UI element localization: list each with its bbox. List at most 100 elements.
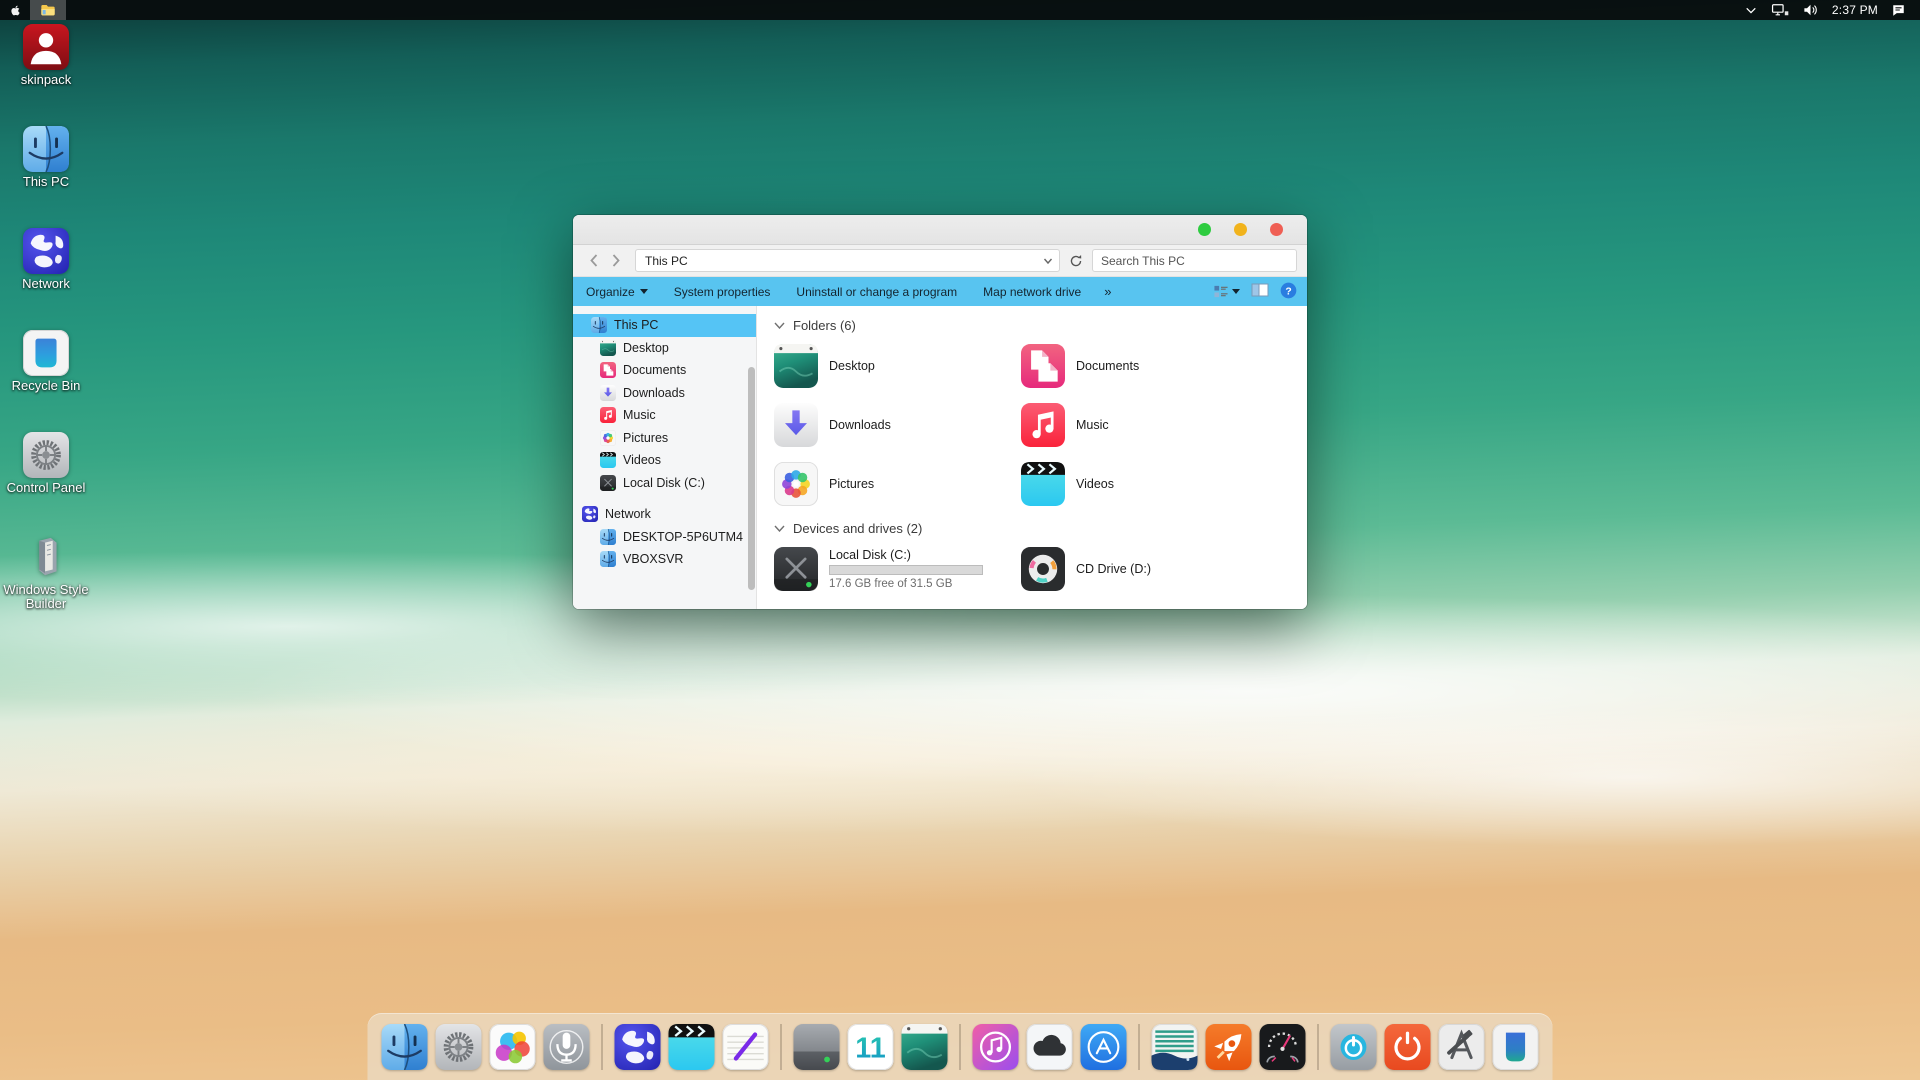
sidebar-item-documents[interactable]: Documents bbox=[573, 359, 756, 382]
sidebar-item-downloads[interactable]: Downloads bbox=[573, 382, 756, 405]
search-input[interactable] bbox=[1092, 249, 1297, 272]
desktop-icon-recycle-bin[interactable]: Recycle Bin bbox=[0, 330, 92, 432]
launchpad-icon bbox=[1206, 1057, 1252, 1074]
change-view-button[interactable] bbox=[1213, 284, 1240, 299]
maximize-button[interactable] bbox=[1234, 223, 1247, 236]
file-item-label: CD Drive (D:) bbox=[1076, 562, 1151, 576]
sidebar-item-desktop-5p6utm4[interactable]: DESKTOP-5P6UTM4 bbox=[573, 526, 756, 549]
dock-item-trash[interactable] bbox=[1493, 1024, 1539, 1070]
sidebar-item-label: This PC bbox=[614, 318, 658, 332]
dock-item-hard-drive[interactable] bbox=[794, 1024, 840, 1070]
dock-item-notes[interactable] bbox=[723, 1024, 769, 1070]
forward-button[interactable] bbox=[605, 250, 627, 272]
desktop-icon-label: Control Panel bbox=[7, 481, 86, 495]
dock-item-icloud[interactable] bbox=[1027, 1024, 1073, 1070]
network-tray-icon[interactable] bbox=[1771, 3, 1789, 17]
file-item-desktop[interactable]: Desktop bbox=[774, 343, 1021, 389]
dock-item-shutdown[interactable] bbox=[1385, 1024, 1431, 1070]
file-item-videos[interactable]: Videos bbox=[1021, 461, 1268, 507]
close-button[interactable] bbox=[1270, 223, 1283, 236]
desktop-icon-this-pc[interactable]: This PC bbox=[0, 126, 92, 228]
app-store-icon bbox=[1081, 1057, 1127, 1074]
toolbar-overflow-chevron[interactable]: » bbox=[1094, 277, 1121, 306]
svg-text:11: 11 bbox=[855, 1032, 885, 1064]
dock-item-app-store[interactable] bbox=[1081, 1024, 1127, 1070]
dock-item-eleven[interactable]: 11 bbox=[848, 1024, 894, 1070]
dock-item-siri[interactable] bbox=[544, 1024, 590, 1070]
refresh-button[interactable] bbox=[1066, 251, 1086, 271]
sidebar-item-network[interactable]: Network bbox=[573, 503, 756, 526]
preview-pane-button[interactable] bbox=[1251, 283, 1269, 300]
titlebar[interactable] bbox=[573, 215, 1307, 245]
back-button[interactable] bbox=[583, 250, 605, 272]
cd-drive-icon bbox=[1021, 547, 1065, 591]
organize-menu-button[interactable]: Organize bbox=[573, 277, 661, 306]
svg-text:?: ? bbox=[1285, 286, 1291, 297]
action-center-icon[interactable] bbox=[1891, 3, 1906, 17]
sidebar-scrollbar[interactable] bbox=[748, 367, 755, 590]
active-app-file-explorer[interactable] bbox=[30, 0, 66, 20]
hidden-icons-chevron-icon[interactable] bbox=[1744, 4, 1758, 16]
dock-item-desktop[interactable] bbox=[902, 1024, 948, 1070]
address-dropdown-chevron-icon[interactable] bbox=[1043, 254, 1053, 268]
sidebar-item-music[interactable]: Music bbox=[573, 404, 756, 427]
sidebar-item-pictures[interactable]: Pictures bbox=[573, 427, 756, 450]
finder-icon bbox=[382, 1057, 428, 1074]
dock-item-dev-tools[interactable] bbox=[1439, 1024, 1485, 1070]
collapse-chevron-icon[interactable] bbox=[774, 322, 785, 329]
dock-item-finder[interactable] bbox=[382, 1024, 428, 1070]
dock-item-sleep[interactable] bbox=[1331, 1024, 1377, 1070]
sidebar-item-label: Videos bbox=[623, 453, 661, 467]
dock-item-game-center[interactable] bbox=[490, 1024, 536, 1070]
itunes-icon bbox=[973, 1057, 1019, 1074]
videos-icon bbox=[1021, 462, 1065, 506]
dock: 11 bbox=[368, 1013, 1553, 1080]
desktop-icon-windows-style-builder[interactable]: Windows Style Builder bbox=[0, 534, 92, 636]
views-icon bbox=[1213, 284, 1229, 299]
dashboard-icon bbox=[1260, 1057, 1306, 1074]
volume-icon[interactable] bbox=[1802, 3, 1819, 17]
desktop-icon bbox=[902, 1057, 948, 1074]
desktop-icon-label: Windows Style Builder bbox=[3, 583, 89, 612]
toolbar-button-system-properties[interactable]: System properties bbox=[661, 277, 784, 306]
file-item-label: Desktop bbox=[829, 359, 875, 373]
toolbar-button-uninstall-or-change-a-program[interactable]: Uninstall or change a program bbox=[783, 277, 970, 306]
sidebar-item-desktop[interactable]: Desktop bbox=[573, 337, 756, 360]
desktop-icon-network[interactable]: Network bbox=[0, 228, 92, 330]
dock-item-settings[interactable] bbox=[436, 1024, 482, 1070]
dock-item-blinds[interactable] bbox=[1152, 1024, 1198, 1070]
sidebar-item-label: Pictures bbox=[623, 431, 668, 445]
sidebar-item-videos[interactable]: Videos bbox=[573, 449, 756, 472]
shutdown-icon bbox=[1385, 1057, 1431, 1074]
file-item-local-disk-c[interactable]: Local Disk (C:) 17.6 GB free of 31.5 GB bbox=[774, 546, 1021, 592]
downloads-icon bbox=[600, 385, 616, 401]
address-bar[interactable]: This PC bbox=[635, 249, 1060, 272]
dock-item-videos[interactable] bbox=[669, 1024, 715, 1070]
desktop-icon-control-panel[interactable]: Control Panel bbox=[0, 432, 92, 534]
file-item-documents[interactable]: Documents bbox=[1021, 343, 1268, 389]
file-item-pictures[interactable]: Pictures bbox=[774, 461, 1021, 507]
sidebar-item-label: Documents bbox=[623, 363, 686, 377]
dock-item-launchpad[interactable] bbox=[1206, 1024, 1252, 1070]
dock-item-dashboard[interactable] bbox=[1260, 1024, 1306, 1070]
collapse-chevron-icon[interactable] bbox=[774, 525, 785, 532]
notes-icon bbox=[723, 1057, 769, 1074]
dock-item-itunes[interactable] bbox=[973, 1024, 1019, 1070]
command-toolbar: Organize System propertiesUninstall or c… bbox=[573, 277, 1307, 306]
file-item-music[interactable]: Music bbox=[1021, 402, 1268, 448]
globe-icon bbox=[615, 1057, 661, 1074]
dock-separator bbox=[1318, 1024, 1319, 1070]
file-item-downloads[interactable]: Downloads bbox=[774, 402, 1021, 448]
minimize-button[interactable] bbox=[1198, 223, 1211, 236]
file-item-label: Music bbox=[1076, 418, 1109, 432]
file-item-cd-drive-d[interactable]: CD Drive (D:) bbox=[1021, 546, 1268, 592]
help-button[interactable]: ? bbox=[1280, 282, 1297, 302]
apple-logo-icon[interactable] bbox=[0, 4, 30, 17]
dock-item-globe[interactable] bbox=[615, 1024, 661, 1070]
sidebar-item-this-pc[interactable]: This PC bbox=[573, 314, 756, 337]
toolbar-button-map-network-drive[interactable]: Map network drive bbox=[970, 277, 1094, 306]
sidebar-item-local-disk-c[interactable]: Local Disk (C:) bbox=[573, 472, 756, 495]
desktop-icon-skinpack[interactable]: skinpack bbox=[0, 24, 92, 126]
sidebar-item-vboxsvr[interactable]: VBOXSVR bbox=[573, 548, 756, 571]
sidebar-item-label: VBOXSVR bbox=[623, 552, 683, 566]
